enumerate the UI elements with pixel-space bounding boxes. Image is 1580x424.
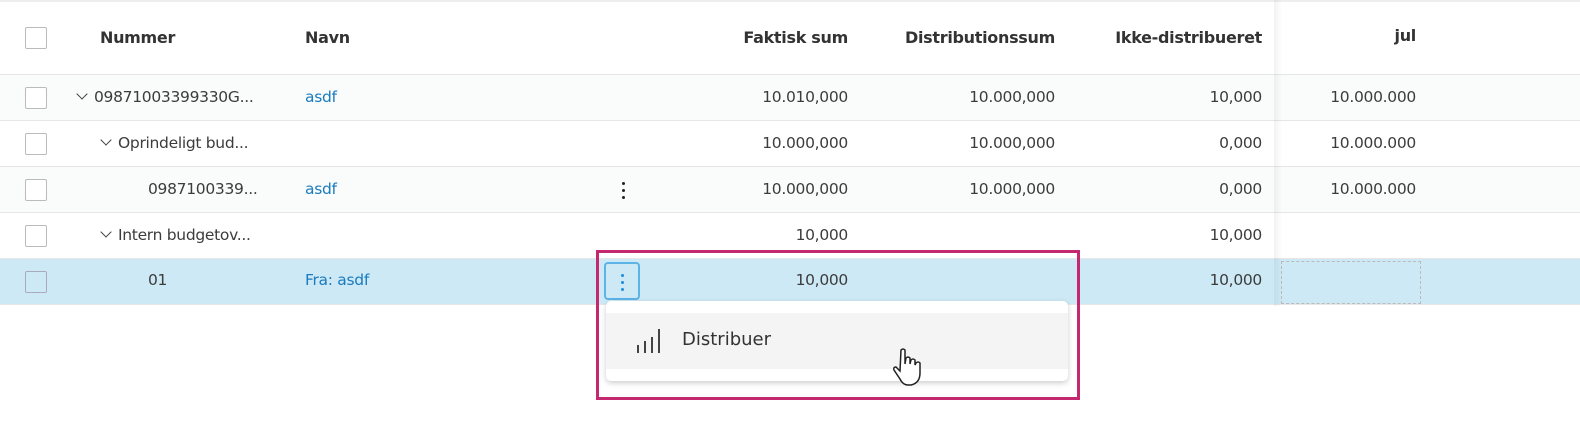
row-actual-sum: 10.000,000 [762, 134, 848, 152]
table-header: Nummer Navn Faktisk sum Distributionssum… [0, 2, 1580, 75]
row-checkbox[interactable] [25, 133, 47, 155]
header-distribution-sum[interactable]: Distributionssum [905, 28, 1055, 47]
row-number: 0987100339... [148, 180, 258, 198]
row-number: 09871003399330G... [94, 88, 254, 106]
row-distribution-sum: 10.000,000 [969, 180, 1055, 198]
row-checkbox[interactable] [25, 179, 47, 201]
row-jul: 10.000.000 [1330, 180, 1416, 198]
more-actions-icon[interactable] [620, 182, 626, 199]
select-all-checkbox[interactable] [25, 27, 47, 49]
table-row[interactable]: Oprindeligt bud... 10.000,000 10.000,000… [0, 121, 1580, 167]
context-menu: Distribuer [606, 301, 1068, 381]
row-number: 01 [148, 271, 168, 289]
header-number[interactable]: Nummer [100, 28, 175, 47]
row-distribution-sum: 10.000,000 [969, 88, 1055, 106]
row-number: Intern budgetov... [118, 226, 251, 244]
hand-cursor-icon [893, 348, 921, 386]
table-row[interactable]: 09871003399330G... asdf 10.010,000 10.00… [0, 75, 1580, 121]
bar-chart-icon [637, 329, 660, 353]
row-name-link[interactable]: asdf [305, 180, 337, 198]
row-checkbox[interactable] [25, 271, 47, 293]
row-undistributed: 10,000 [1209, 226, 1263, 244]
header-actual-sum[interactable]: Faktisk sum [743, 28, 848, 47]
row-actual-sum: 10,000 [795, 226, 849, 244]
row-actual-sum: 10,000 [795, 271, 849, 289]
row-undistributed: 10,000 [1209, 88, 1263, 106]
row-jul: 10.000.000 [1330, 88, 1416, 106]
table-row[interactable]: 0987100339... asdf 10.000,000 10.000,000… [0, 167, 1580, 213]
more-actions-icon [619, 274, 625, 291]
row-checkbox[interactable] [25, 225, 47, 247]
menu-item-distribuer[interactable]: Distribuer [606, 313, 1068, 369]
jul-cell-placeholder[interactable] [1281, 261, 1421, 304]
more-actions-button[interactable] [604, 262, 640, 300]
row-jul: 10.000.000 [1330, 134, 1416, 152]
header-jul[interactable]: jul [1395, 26, 1417, 45]
row-name-link[interactable]: asdf [305, 88, 337, 106]
row-name-link[interactable]: Fra: asdf [305, 271, 369, 289]
chevron-down-icon[interactable] [100, 134, 112, 146]
row-undistributed: 10,000 [1209, 271, 1263, 289]
header-undistributed[interactable]: Ikke-distribueret [1115, 28, 1262, 47]
table-row[interactable]: Intern budgetov... 10,000 10,000 [0, 213, 1580, 259]
header-name[interactable]: Navn [305, 28, 350, 47]
chevron-down-icon[interactable] [100, 226, 112, 238]
frozen-column-divider [1274, 0, 1282, 306]
row-undistributed: 0,000 [1219, 180, 1262, 198]
row-actual-sum: 10.010,000 [762, 88, 848, 106]
row-undistributed: 0,000 [1219, 134, 1262, 152]
row-distribution-sum: 10.000,000 [969, 134, 1055, 152]
chevron-down-icon[interactable] [76, 88, 88, 100]
row-checkbox[interactable] [25, 87, 47, 109]
row-number: Oprindeligt bud... [118, 134, 249, 152]
menu-item-label: Distribuer [682, 329, 772, 350]
row-actual-sum: 10.000,000 [762, 180, 848, 198]
